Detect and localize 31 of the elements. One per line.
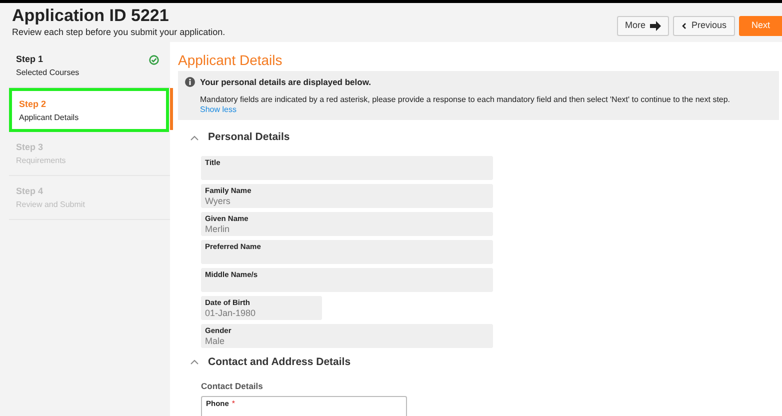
field-value: Merlin [205,224,231,234]
section-heading: Applicant Details [178,51,284,69]
arrow-icon [649,21,662,31]
info-text: Mandatory fields are indicated by a red asterisk, please provide a response to each mandatory field and then select 'Next' to continue to the next step. [200,94,732,105]
active-step-indicator [170,88,173,130]
page-title: Application ID 5221 [12,6,170,26]
field-value: Wyers [205,196,232,206]
step-number: Step 4 [16,185,44,197]
info-icon [185,77,195,88]
step-name: Requirements [16,156,66,166]
step-number: Step 2 [19,98,46,110]
more-button[interactable]: More [616,16,670,36]
step-number: Step 3 [16,141,44,153]
field-value: Male [205,336,226,346]
chevron-left-icon [682,23,686,29]
step-item[interactable]: Step 2 Applicant Details [9,88,169,132]
step-number: Step 1 [16,53,44,65]
subsection-heading: Contact Details [201,381,264,392]
collapse-chevron-icon[interactable] [190,359,199,366]
section-title[interactable]: Contact and Address Details [208,354,351,370]
check-circle-icon [149,55,159,65]
field-value: 01-Jan-1980 [205,308,257,318]
collapse-chevron-icon[interactable] [190,134,199,141]
step-name: Selected Courses [16,68,80,78]
section-title[interactable]: Personal Details [208,130,290,146]
required-asterisk: * [232,399,236,410]
step-name: Review and Submit [16,200,85,210]
page-subtitle: Review each step before you submit your application. [12,26,226,38]
step-name: Applicant Details [19,112,79,122]
info-heading: Your personal details are displayed below. [200,76,371,89]
previous-button[interactable]: Previous [673,16,736,36]
